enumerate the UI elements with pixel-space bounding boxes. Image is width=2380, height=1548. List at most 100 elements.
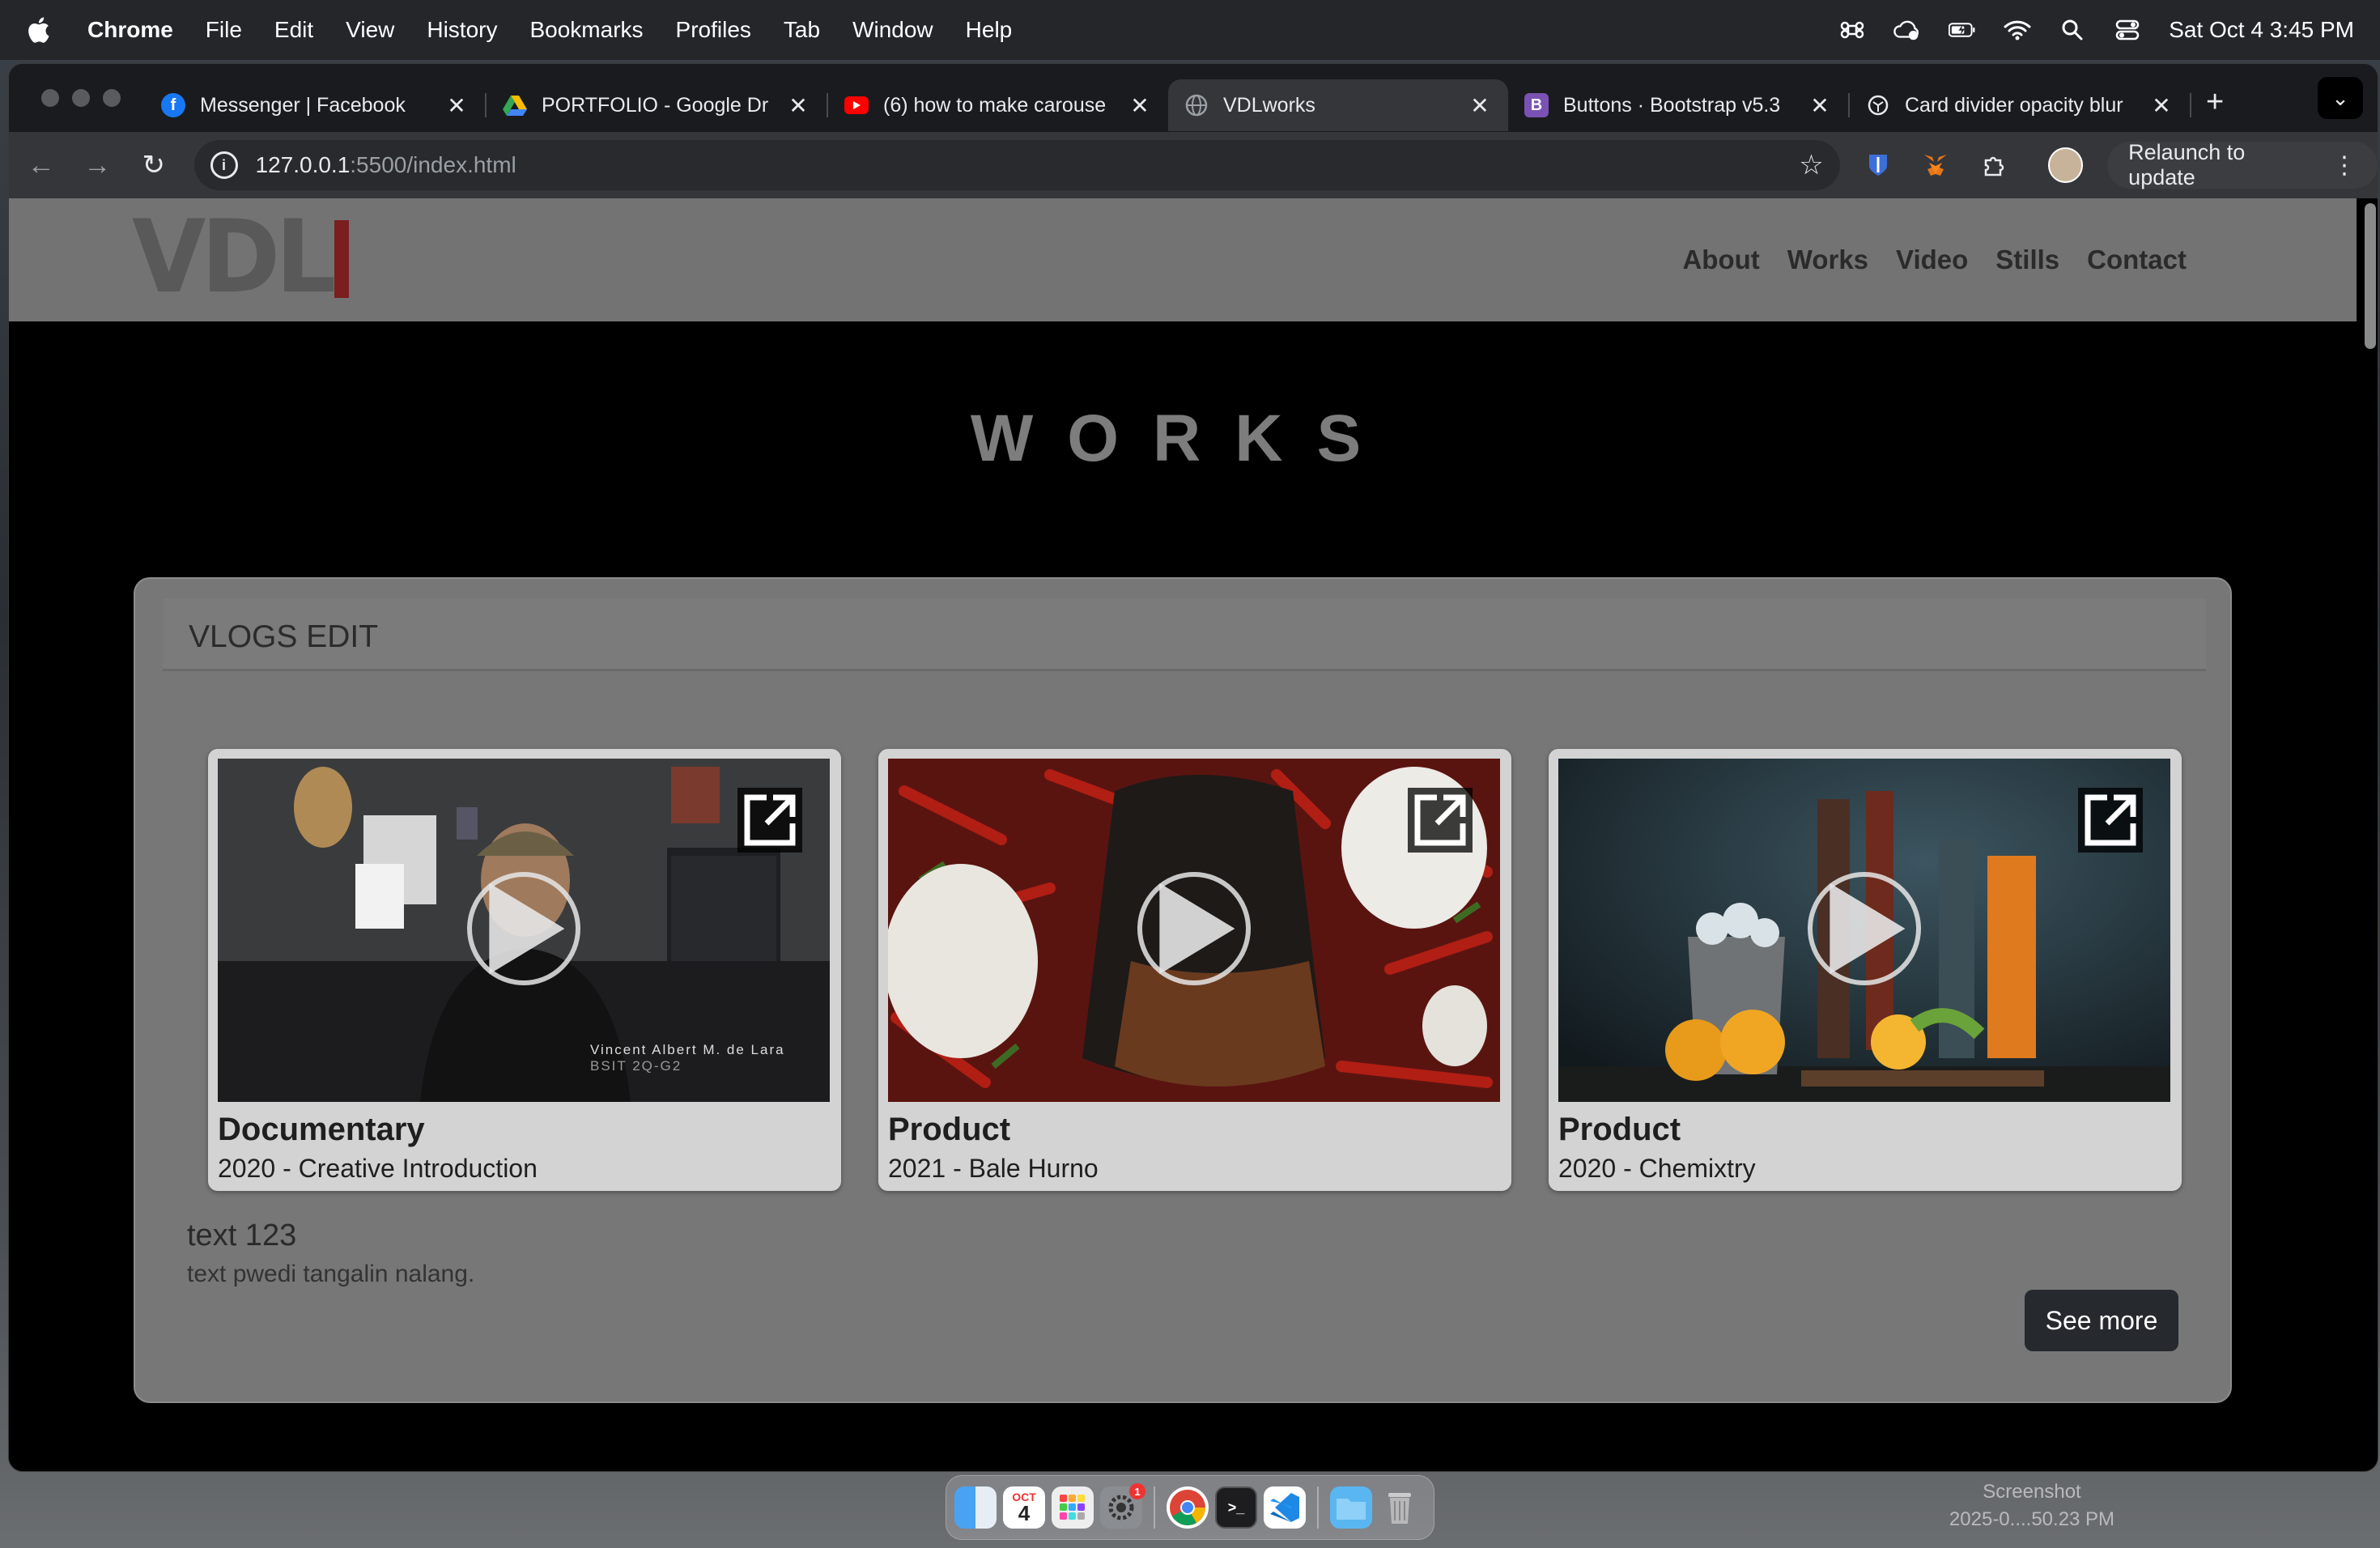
video-thumbnail[interactable] <box>1558 759 2170 1102</box>
zoom-window-button[interactable] <box>103 89 121 107</box>
battery-icon[interactable] <box>1949 16 1976 44</box>
play-icon[interactable] <box>1808 872 1921 985</box>
menu-edit[interactable]: Edit <box>274 17 313 43</box>
close-window-button[interactable] <box>41 89 59 107</box>
nav-link-about[interactable]: About <box>1682 245 1759 275</box>
play-icon[interactable] <box>1137 872 1251 985</box>
tab-youtube[interactable]: (6) how to make carouse ✕ <box>828 79 1168 131</box>
site-info-icon[interactable]: i <box>210 151 238 179</box>
dock: OCT 4 1 >_ <box>946 1475 1434 1540</box>
video-thumbnail[interactable]: Vincent Albert M. de Lara BSIT 2Q-G2 <box>218 759 830 1102</box>
tab-close-icon[interactable]: ✕ <box>786 92 810 119</box>
menu-history[interactable]: History <box>427 17 497 43</box>
nav-link-works[interactable]: Works <box>1787 245 1868 275</box>
control-center-icon[interactable] <box>2114 16 2141 44</box>
profile-avatar[interactable] <box>2047 147 2084 183</box>
more-menu-icon[interactable]: ⋮ <box>2332 151 2357 180</box>
tab-messenger[interactable]: f Messenger | Facebook ✕ <box>145 79 485 131</box>
tab-search-chevron-icon[interactable]: ⌄ <box>2318 77 2363 119</box>
bootstrap-icon: B <box>1524 93 1549 117</box>
tab-vdlworks[interactable]: VDLworks ✕ <box>1168 79 1508 131</box>
screenshot-label-title: Screenshot <box>1983 1481 2081 1503</box>
forward-arrow-icon[interactable]: → <box>74 141 122 189</box>
open-external-icon[interactable] <box>1408 788 1473 853</box>
video-card-chemixtry[interactable]: Product 2020 - Chemixtry <box>1549 749 2182 1191</box>
card-subtitle: 2020 - Chemixtry <box>1558 1154 1756 1183</box>
wifi-icon[interactable] <box>2004 16 2031 44</box>
tab-close-icon[interactable]: ✕ <box>1468 92 1492 119</box>
trash-icon[interactable] <box>1379 1486 1421 1529</box>
launchpad-icon[interactable] <box>1052 1486 1094 1529</box>
google-drive-icon <box>503 93 527 117</box>
tab-title: VDLworks <box>1223 93 1315 117</box>
nav-link-contact[interactable]: Contact <box>2087 245 2187 275</box>
tab-close-icon[interactable]: ✕ <box>1128 92 1152 119</box>
facebook-icon: f <box>161 93 185 117</box>
site-navbar: VDL About Works Video Stills Contact <box>9 198 2357 321</box>
tab-title: PORTFOLIO - Google Dr <box>542 93 769 117</box>
nav-link-stills[interactable]: Stills <box>1995 245 2059 275</box>
site-logo[interactable]: VDL <box>132 206 350 307</box>
tab-title: Messenger | Facebook <box>200 93 406 117</box>
calendar-day: 4 <box>1018 1501 1031 1525</box>
chrome-icon[interactable] <box>1167 1486 1209 1529</box>
menu-help[interactable]: Help <box>966 17 1013 43</box>
menu-app-name[interactable]: Chrome <box>87 17 173 43</box>
play-icon[interactable] <box>467 872 580 985</box>
command-icon[interactable] <box>1838 16 1866 44</box>
metamask-extension-icon[interactable] <box>1915 145 1956 185</box>
menu-tab[interactable]: Tab <box>784 17 820 43</box>
reload-icon[interactable]: ↻ <box>130 141 178 189</box>
open-external-icon[interactable] <box>737 788 802 853</box>
system-settings-icon[interactable]: 1 <box>1100 1483 1145 1529</box>
spotlight-search-icon[interactable] <box>2059 16 2086 44</box>
open-external-icon[interactable] <box>2078 788 2143 853</box>
tab-close-icon[interactable]: ✕ <box>444 92 469 119</box>
extensions-puzzle-icon[interactable] <box>1974 145 2014 185</box>
bitwarden-extension-icon[interactable] <box>1858 145 1898 185</box>
menubar-clock[interactable]: Sat Oct 4 3:45 PM <box>2169 17 2354 43</box>
page-scrollbar[interactable] <box>2365 203 2376 349</box>
works-heading: WORKS <box>970 402 1396 475</box>
tab-portfolio[interactable]: PORTFOLIO - Google Dr ✕ <box>487 79 827 131</box>
panel-text-title: text 123 <box>187 1218 297 1252</box>
panel-title: VLOGS EDIT <box>189 619 379 654</box>
bookmark-star-icon[interactable]: ☆ <box>1799 149 1823 181</box>
notification-badge: 1 <box>1129 1483 1145 1499</box>
menu-view[interactable]: View <box>346 17 394 43</box>
terminal-icon[interactable]: >_ <box>1215 1486 1257 1529</box>
url-path: :5500/index.html <box>350 152 516 177</box>
calendar-icon[interactable]: OCT 4 <box>1003 1486 1045 1529</box>
video-thumbnail[interactable] <box>888 759 1500 1102</box>
tab-chatgpt[interactable]: Card divider opacity blur ✕ <box>1850 79 2190 131</box>
nav-link-video[interactable]: Video <box>1896 245 1968 275</box>
vscode-icon[interactable] <box>1264 1486 1306 1529</box>
apple-icon[interactable] <box>26 14 55 46</box>
downloads-folder-icon[interactable] <box>1330 1486 1372 1529</box>
video-card-documentary[interactable]: Vincent Albert M. de Lara BSIT 2Q-G2 Doc… <box>208 749 841 1191</box>
tab-close-icon[interactable]: ✕ <box>2149 92 2174 119</box>
tab-divider <box>2190 93 2191 117</box>
relaunch-to-update-button[interactable]: Relaunch to update ⋮ <box>2107 140 2378 189</box>
card-subtitle: 2020 - Creative Introduction <box>218 1154 538 1183</box>
thumbnail-overlay-text: Vincent Albert M. de Lara BSIT 2Q-G2 <box>590 1042 785 1075</box>
tab-title: Card divider opacity blur <box>1905 93 2123 117</box>
browser-toolbar: ← → ↻ i 127.0.0.1:5500/index.html ☆ Rela… <box>9 132 2378 198</box>
cloud-sync-icon[interactable] <box>1893 16 1921 44</box>
menu-bookmarks[interactable]: Bookmarks <box>529 17 643 43</box>
tab-close-icon[interactable]: ✕ <box>1808 92 1832 119</box>
see-more-button[interactable]: See more <box>2025 1290 2178 1351</box>
back-arrow-icon[interactable]: ← <box>17 141 66 189</box>
address-bar[interactable]: i 127.0.0.1:5500/index.html ☆ <box>193 140 1840 190</box>
menu-profiles[interactable]: Profiles <box>676 17 751 43</box>
menu-window[interactable]: Window <box>852 17 933 43</box>
tab-bootstrap[interactable]: B Buttons · Bootstrap v5.3 ✕ <box>1508 79 1848 131</box>
new-tab-plus-icon[interactable]: + <box>2206 85 2224 120</box>
menu-file[interactable]: File <box>206 17 242 43</box>
url-host: 127.0.0.1 <box>255 152 351 177</box>
minimize-window-button[interactable] <box>72 89 90 107</box>
video-card-bale-hurno[interactable]: Product 2021 - Bale Hurno <box>878 749 1511 1191</box>
finder-icon[interactable] <box>954 1486 997 1529</box>
screenshot-thumbnail-label[interactable]: Screenshot 2025-0....50.23 PM <box>1935 1478 2129 1533</box>
overlay-class: BSIT 2Q-G2 <box>590 1058 682 1074</box>
